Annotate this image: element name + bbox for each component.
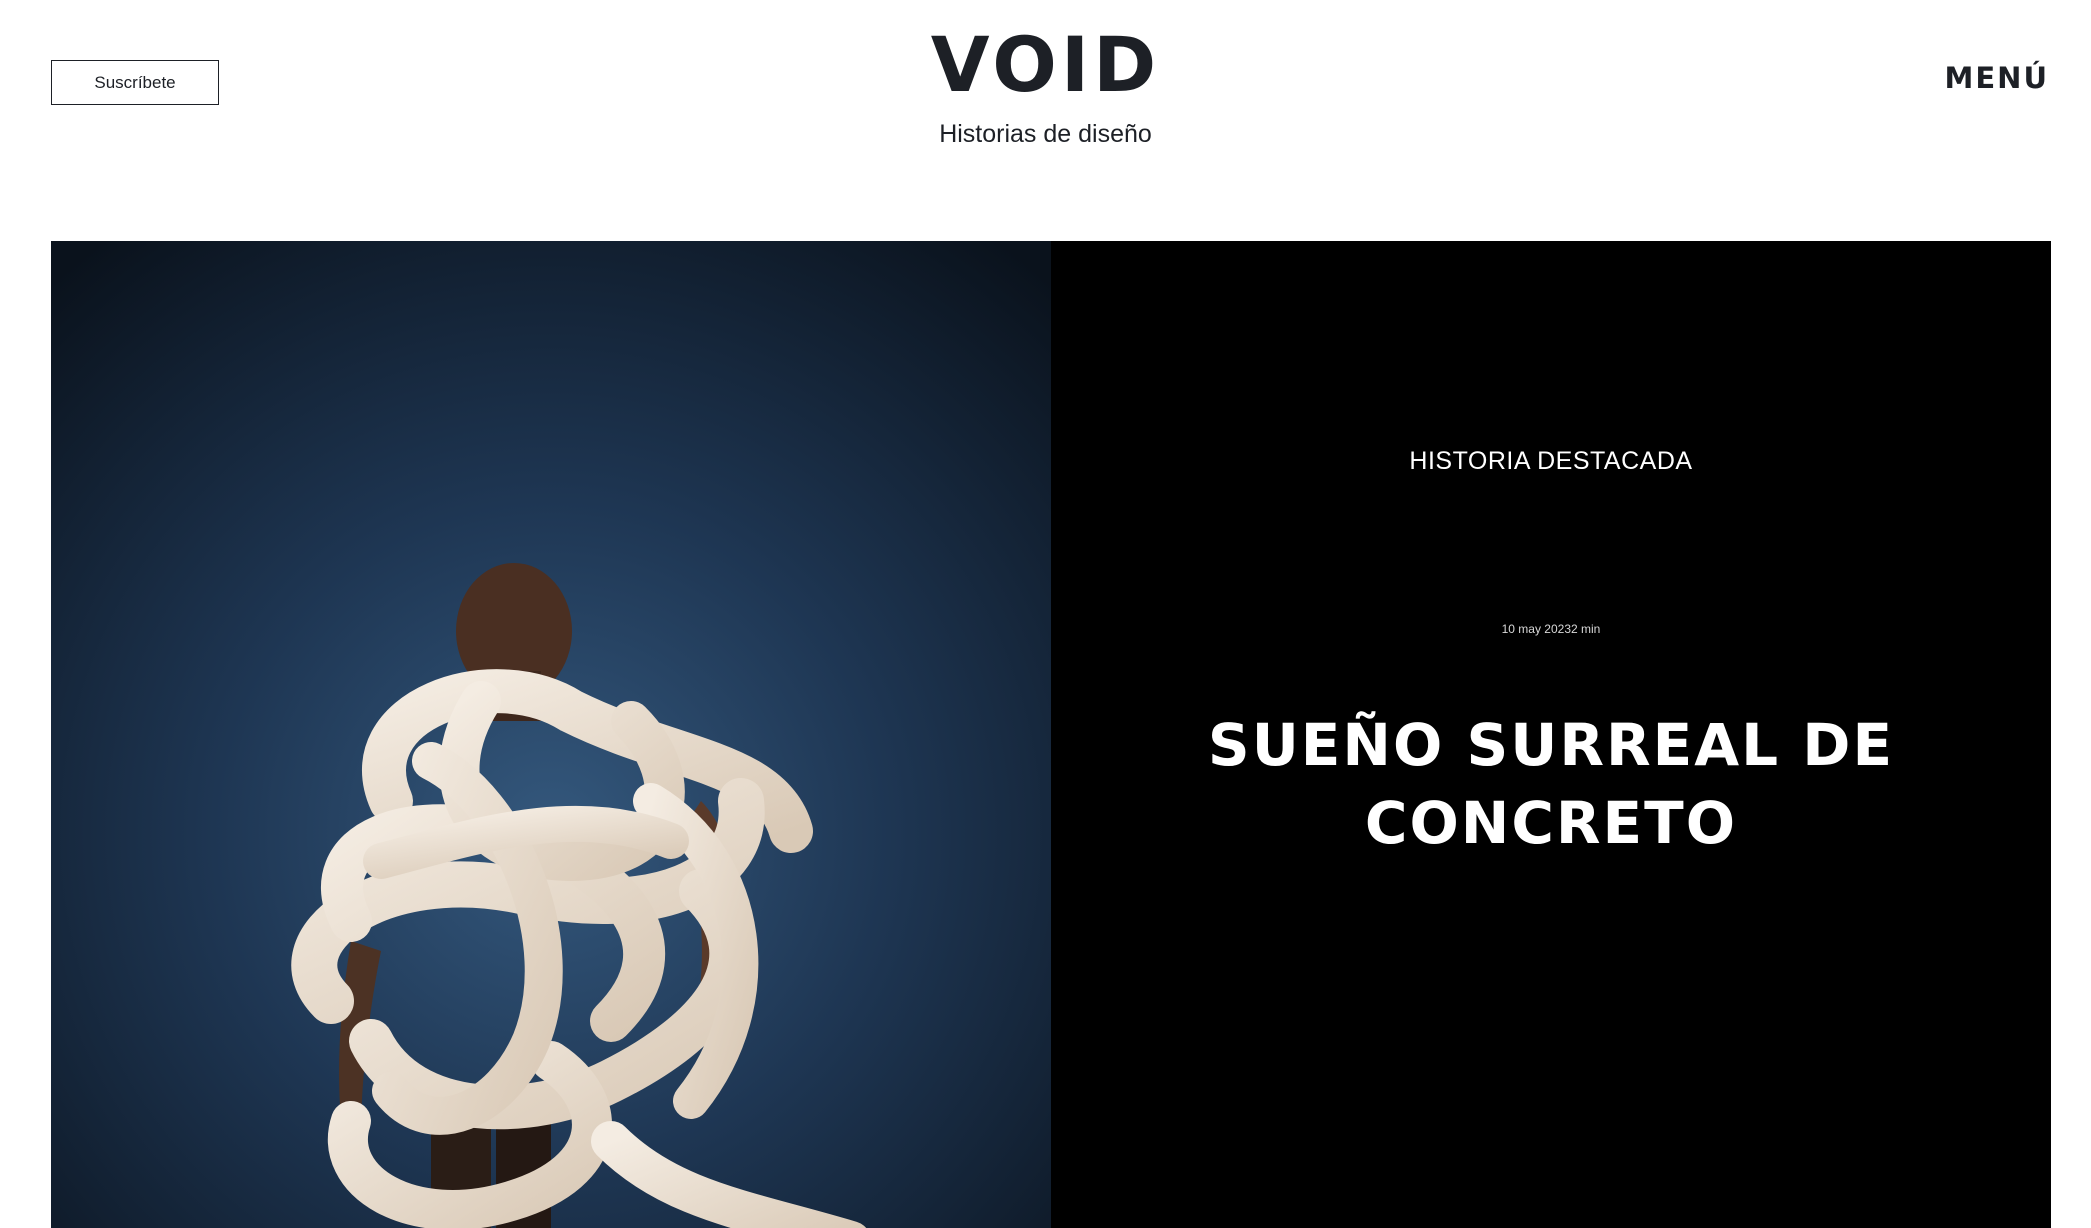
featured-story-title[interactable]: SUEÑO SURREAL DE CONCRETO bbox=[1151, 706, 1951, 862]
featured-story-meta: 10 may 20232 min bbox=[1501, 622, 1601, 636]
featured-story-kicker: HISTORIA DESTACADA bbox=[1409, 447, 1693, 475]
menu-button[interactable]: MENÚ bbox=[1945, 58, 2050, 98]
site-logo[interactable]: VOID bbox=[0, 20, 2091, 110]
site-header: Suscríbete VOID Historias de diseño MENÚ bbox=[0, 0, 2091, 240]
featured-photo-illustration bbox=[51, 241, 1051, 1228]
site-tagline: Historias de diseño bbox=[939, 120, 1152, 148]
featured-story[interactable]: HISTORIA DESTACADA 10 may 20232 min SUEÑ… bbox=[51, 241, 2051, 1228]
featured-story-panel: HISTORIA DESTACADA 10 may 20232 min SUEÑ… bbox=[1051, 241, 2051, 1228]
featured-story-image[interactable] bbox=[51, 241, 1051, 1228]
